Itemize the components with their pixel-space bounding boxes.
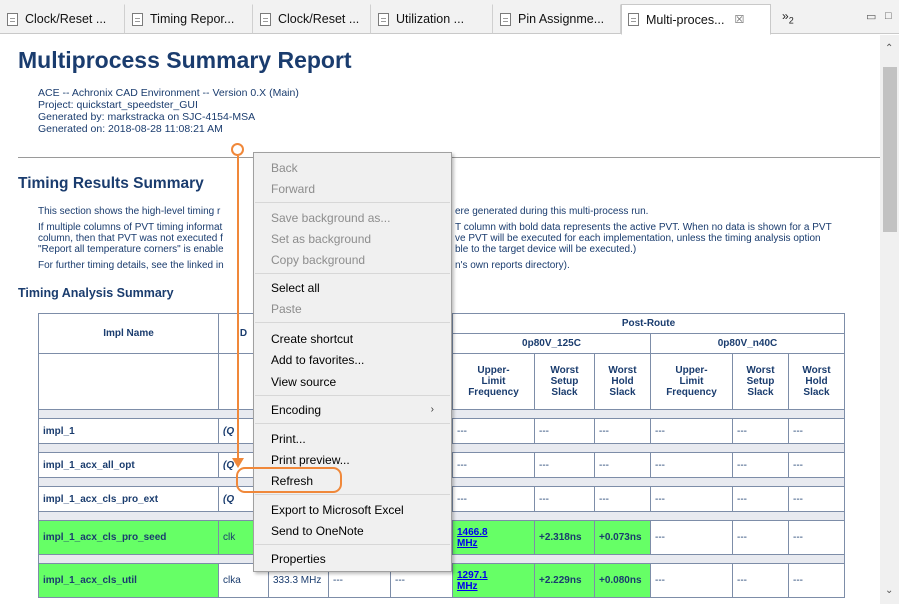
menu-item-create-shortcut[interactable]: Create shortcut <box>271 329 353 349</box>
menu-item-properties[interactable]: Properties <box>271 549 326 569</box>
menu-item-forward[interactable]: Forward <box>271 179 315 199</box>
menu-item-save-background[interactable]: Save background as... <box>271 208 390 228</box>
menu-separator <box>255 395 450 396</box>
menu-separator <box>255 202 450 203</box>
menu-item-send-onenote[interactable]: Send to OneNote <box>271 521 364 541</box>
menu-item-back[interactable]: Back <box>271 158 298 178</box>
refresh-highlight-ring <box>236 467 342 493</box>
menu-item-select-all[interactable]: Select all <box>271 278 320 298</box>
menu-item-print[interactable]: Print... <box>271 429 306 449</box>
menu-item-add-favorites[interactable]: Add to favorites... <box>271 350 364 370</box>
menu-item-export-excel[interactable]: Export to Microsoft Excel <box>271 500 404 520</box>
menu-item-encoding[interactable]: Encoding › <box>271 400 446 420</box>
menu-item-copy-background[interactable]: Copy background <box>271 250 365 270</box>
menu-item-set-background[interactable]: Set as background <box>271 229 371 249</box>
chevron-right-icon: › <box>430 404 434 415</box>
menu-item-view-source[interactable]: View source <box>271 372 336 392</box>
annotation-start-dot <box>231 143 244 156</box>
menu-item-paste[interactable]: Paste <box>271 299 302 319</box>
menu-separator <box>255 322 450 323</box>
context-menu: Back Forward Save background as... Set a… <box>253 152 452 572</box>
menu-separator <box>255 423 450 424</box>
menu-separator <box>255 494 450 495</box>
menu-separator <box>255 273 450 274</box>
menu-separator <box>255 544 450 545</box>
menu-item-label: Encoding <box>271 403 322 417</box>
